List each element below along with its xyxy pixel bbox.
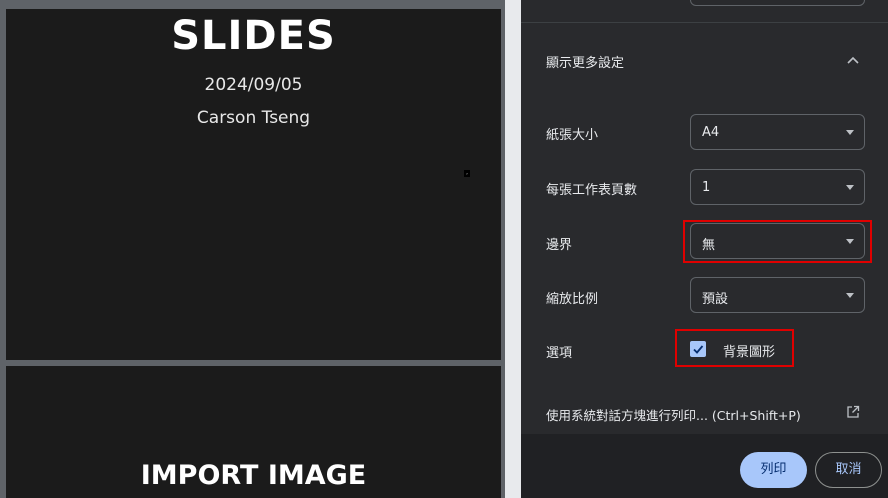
preview-page-2: IMPORT IMAGE bbox=[6, 366, 501, 498]
divider bbox=[521, 22, 888, 23]
previous-setting-field[interactable] bbox=[690, 0, 865, 6]
caret-down-icon bbox=[846, 293, 854, 298]
scale-value: 預設 bbox=[702, 292, 729, 307]
settings-scroll-area: 顯示更多設定 紙張大小 A4 每張工作表頁數 1 邊界 無 縮放比例 預設 選項… bbox=[521, 0, 888, 434]
scale-select[interactable]: 預設 bbox=[690, 277, 865, 313]
options-highlight-box bbox=[675, 329, 794, 367]
slide-date: 2024/09/05 bbox=[204, 75, 303, 95]
options-label: 選項 bbox=[546, 346, 573, 361]
preview-page-1: SLIDES 2024/09/05 Carson Tseng , bbox=[6, 9, 501, 360]
cancel-button[interactable]: 取消 bbox=[815, 452, 882, 488]
pages-per-sheet-select[interactable]: 1 bbox=[690, 169, 865, 205]
caret-down-icon bbox=[846, 130, 854, 135]
slide-title: SLIDES bbox=[171, 13, 336, 59]
caret-down-icon bbox=[846, 185, 854, 190]
margins-label: 邊界 bbox=[546, 238, 573, 253]
preview-background: SLIDES 2024/09/05 Carson Tseng , IMPORT … bbox=[0, 0, 505, 498]
paper-size-value: A4 bbox=[702, 125, 720, 140]
paper-size-label: 紙張大小 bbox=[546, 128, 599, 143]
pages-per-sheet-label: 每張工作表頁數 bbox=[546, 183, 638, 198]
open-in-new-icon[interactable] bbox=[846, 405, 860, 419]
slide-author: Carson Tseng bbox=[196, 108, 311, 128]
slide-mark: , bbox=[464, 170, 470, 177]
print-preview-pane: SLIDES 2024/09/05 Carson Tseng , IMPORT … bbox=[0, 0, 521, 498]
more-settings-toggle[interactable]: 顯示更多設定 bbox=[521, 36, 888, 84]
system-dialog-link[interactable]: 使用系統對話方塊進行列印... (Ctrl+Shift+P) bbox=[546, 405, 801, 424]
preview-scroll-gutter[interactable] bbox=[505, 0, 521, 498]
print-settings-panel: 顯示更多設定 紙張大小 A4 每張工作表頁數 1 邊界 無 縮放比例 預設 選項… bbox=[521, 0, 888, 498]
margins-highlight-box bbox=[683, 220, 872, 263]
paper-size-select[interactable]: A4 bbox=[690, 114, 865, 150]
footer-divider bbox=[521, 434, 888, 435]
scale-label: 縮放比例 bbox=[546, 292, 599, 307]
more-settings-label: 顯示更多設定 bbox=[546, 56, 625, 71]
pages-per-sheet-value: 1 bbox=[702, 180, 711, 195]
chevron-up-icon bbox=[847, 56, 859, 64]
print-button[interactable]: 列印 bbox=[740, 452, 807, 488]
slide-title: IMPORT IMAGE bbox=[140, 460, 367, 491]
